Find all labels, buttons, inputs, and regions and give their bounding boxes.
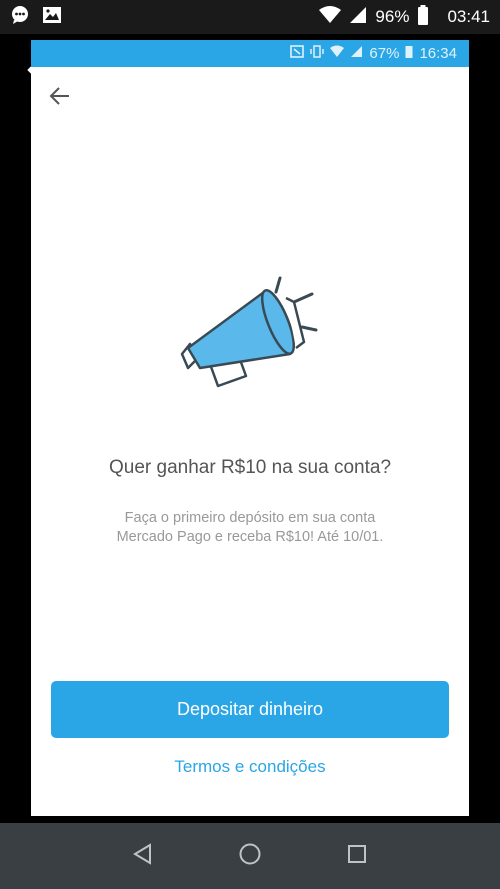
battery-small-icon bbox=[405, 45, 413, 62]
android-nav-bar bbox=[0, 823, 500, 889]
inner-clock: 16:34 bbox=[419, 45, 457, 62]
promo-description: Faça o primeiro depósito em sua conta Me… bbox=[55, 509, 445, 547]
chat-notification-icon bbox=[10, 5, 30, 30]
megaphone-icon bbox=[176, 272, 326, 407]
wifi-small-icon bbox=[330, 45, 345, 62]
nav-recents-button[interactable] bbox=[340, 839, 374, 873]
image-notification-icon bbox=[42, 5, 62, 30]
arrow-left-icon bbox=[49, 86, 71, 111]
signal-small-icon bbox=[350, 45, 363, 62]
wifi-icon bbox=[319, 5, 342, 29]
cell-signal-icon bbox=[349, 6, 367, 29]
app-screen: 67% 16:34 Quer ganhar R$10 na sua conta?… bbox=[31, 40, 469, 816]
promo-headline: Quer ganhar R$10 na sua conta? bbox=[108, 457, 392, 478]
triangle-back-icon bbox=[132, 842, 154, 870]
back-button[interactable] bbox=[47, 85, 73, 111]
promo-description-line-2: Mercado Pago e receba R$10! Até 10/01. bbox=[116, 529, 384, 545]
device-status-bar: 96% 03:41 bbox=[0, 0, 500, 79]
vibrate-icon bbox=[310, 45, 325, 62]
app-status-bar: 67% 16:34 bbox=[31, 40, 469, 67]
nfc-icon bbox=[290, 45, 305, 62]
square-recents-icon bbox=[347, 844, 367, 869]
deposit-money-button[interactable]: Depositar dinheiro bbox=[51, 681, 449, 738]
battery-icon bbox=[417, 4, 429, 30]
nav-back-button[interactable] bbox=[126, 839, 160, 873]
promo-description-line-1: Faça o primeiro depósito em sua conta bbox=[124, 510, 376, 526]
battery-percent: 96% bbox=[375, 7, 410, 26]
circle-home-icon bbox=[238, 842, 262, 871]
terms-link[interactable]: Termos e condições bbox=[31, 757, 469, 777]
nav-home-button[interactable] bbox=[233, 839, 267, 873]
inner-battery-percent: 67% bbox=[369, 45, 400, 62]
device-clock: 03:41 bbox=[447, 7, 490, 26]
